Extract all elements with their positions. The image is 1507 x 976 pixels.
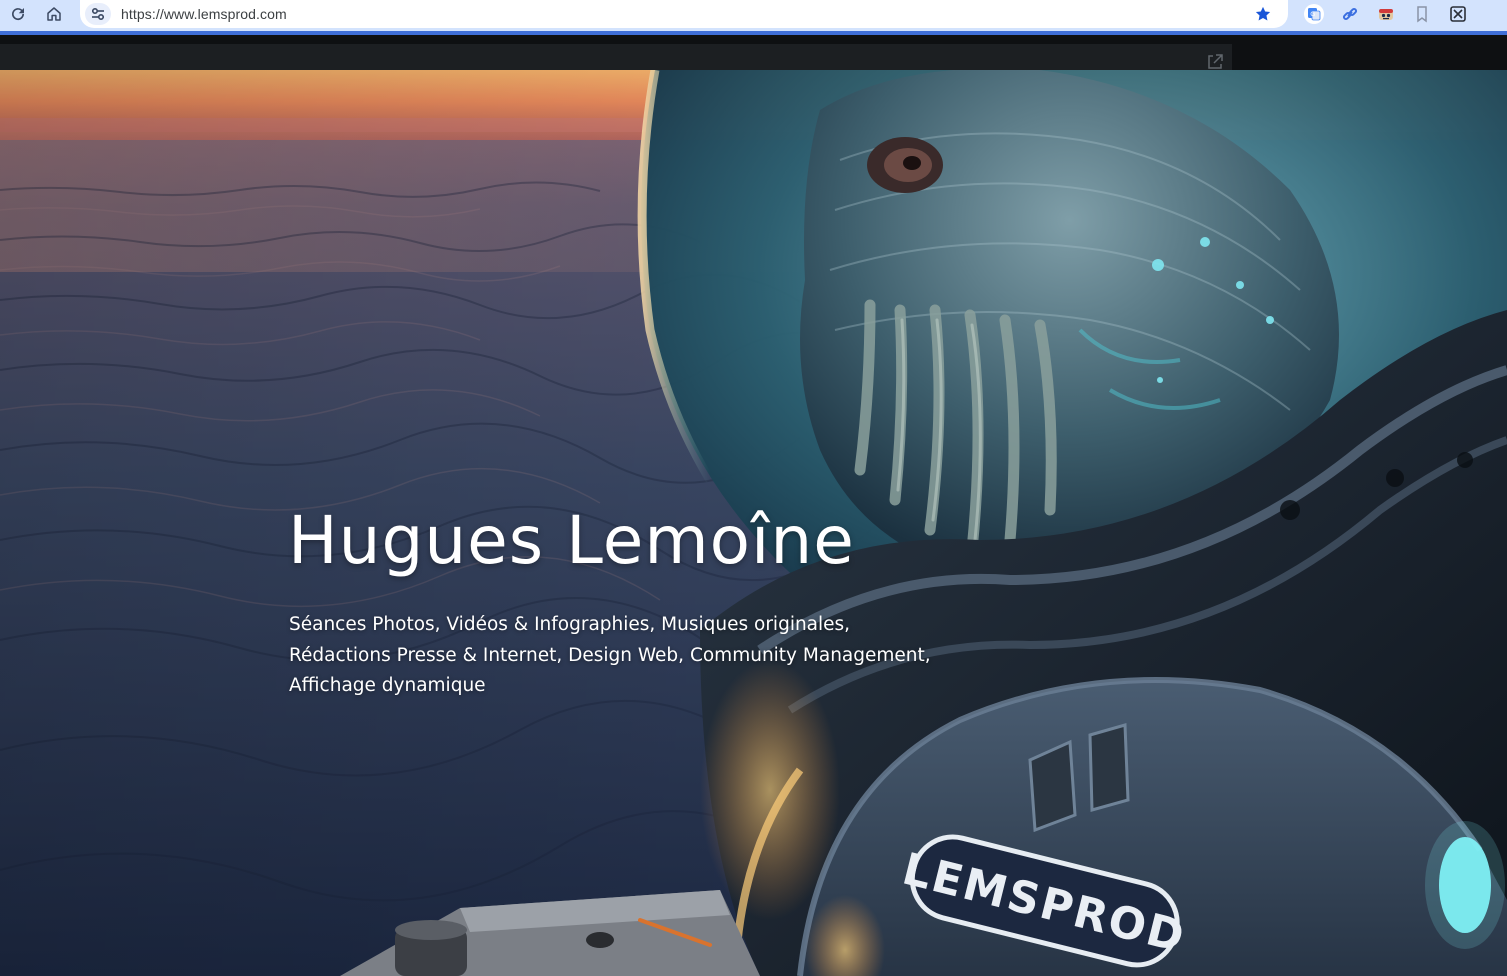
hero-section: LEMSPROD Hugues Lemoîne Séances Photos, … xyxy=(0,70,1507,976)
link-extension-button[interactable] xyxy=(1337,1,1363,27)
hero-subtitle-line: Rédactions Presse & Internet, Design Web… xyxy=(289,644,931,666)
hero-subtitle: Séances Photos, Vidéos & Infographies, M… xyxy=(289,610,989,702)
site-settings-button[interactable] xyxy=(85,3,111,25)
reload-button[interactable] xyxy=(6,2,30,26)
hero-subtitle-line: Séances Photos, Vidéos & Infographies, M… xyxy=(289,614,851,635)
reload-icon xyxy=(12,8,25,21)
bookmark-star-button[interactable] xyxy=(1252,3,1274,25)
home-button[interactable] xyxy=(42,2,66,26)
bookmark-extension-icon xyxy=(1417,6,1427,23)
robot-extension-icon xyxy=(1379,9,1393,20)
address-bar[interactable]: https://www.lemsprod.com xyxy=(80,0,1288,28)
crop-extension-icon xyxy=(1450,6,1466,22)
hero-subtitle-line: Affichage dynamique xyxy=(289,675,486,696)
svg-text:G: G xyxy=(1310,10,1315,18)
site-settings-icon xyxy=(91,7,105,21)
hero-title: Hugues Lemoîne xyxy=(288,502,855,579)
translate-extension-button[interactable]: G xyxy=(1301,1,1327,27)
page-top-strip xyxy=(0,35,1507,70)
robot-extension-button[interactable] xyxy=(1373,1,1399,27)
link-extension-icon xyxy=(1342,7,1358,21)
page-embed-bar xyxy=(0,44,1232,70)
url-text[interactable]: https://www.lemsprod.com xyxy=(121,6,287,22)
home-icon xyxy=(47,7,61,21)
external-link-icon[interactable] xyxy=(1205,52,1225,72)
translate-extension-icon: G xyxy=(1304,4,1324,24)
bookmark-extension-button[interactable] xyxy=(1409,1,1435,27)
crop-extension-button[interactable] xyxy=(1445,1,1471,27)
bookmark-star-icon xyxy=(1255,6,1271,21)
